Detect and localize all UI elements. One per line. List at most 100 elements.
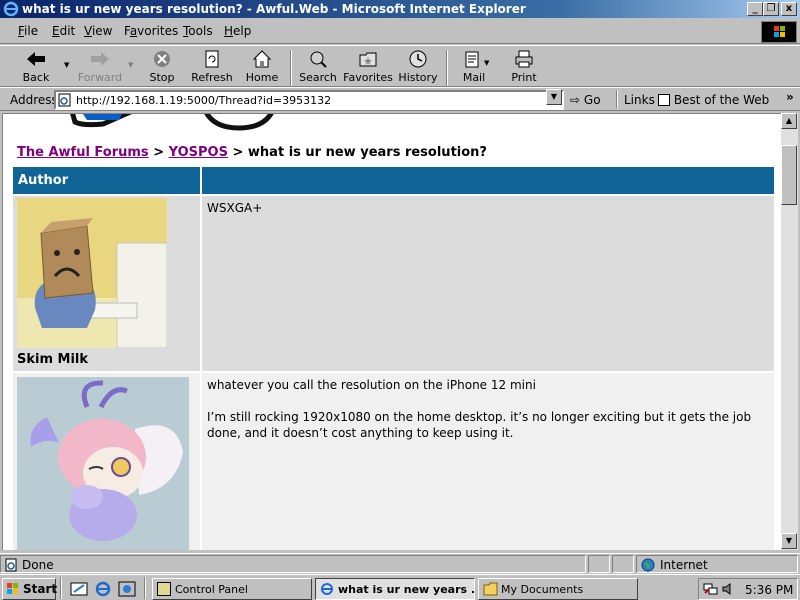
title-bar[interactable]: what is ur new years resolution? - Awful… <box>0 0 800 18</box>
taskbar-separator <box>60 577 62 599</box>
message-column-header <box>202 167 774 194</box>
thread-header: Author <box>13 167 774 194</box>
mail-button[interactable]: Mail <box>448 49 500 87</box>
post-text: WSXGA+ <box>207 201 263 215</box>
task-my-documents[interactable]: My Documents <box>478 578 638 600</box>
best-of-web-link[interactable]: Best of the Web <box>658 93 769 107</box>
print-button[interactable]: Print <box>498 49 550 87</box>
back-dropdown-icon[interactable]: ▼ <box>64 61 69 69</box>
back-arrow-icon <box>27 52 45 66</box>
toolbar: Back ▼ Forward ▼ Stop Refresh Home Searc… <box>0 45 800 87</box>
clock: 5:36 PM <box>745 583 794 597</box>
breadcrumb-subforum-link[interactable]: YOSPOS <box>169 145 228 160</box>
menu-help[interactable]: Help <box>224 24 251 38</box>
menu-file[interactable]: File <box>18 24 38 38</box>
more-links-chevron-icon[interactable]: » <box>786 90 794 104</box>
page-content: The Awful Forums > YOSPOS > what is ur n… <box>2 113 781 550</box>
avatar <box>17 377 189 550</box>
stop-button[interactable]: Stop <box>136 49 188 87</box>
post-text: whatever you call the resolution on the … <box>207 378 536 392</box>
search-button[interactable]: Search <box>292 49 344 87</box>
status-bar: Done Internet <box>0 553 800 573</box>
favorites-folder-icon <box>359 52 377 67</box>
go-arrow-icon: ⇨ <box>570 93 581 107</box>
vertical-scrollbar[interactable]: ▲ ▼ <box>781 113 798 550</box>
maximize-button[interactable]: ❐ <box>763 2 779 16</box>
scroll-down-icon[interactable]: ▼ <box>781 533 797 549</box>
menu-edit[interactable]: Edit <box>52 24 75 38</box>
author-column-header: Author <box>13 167 200 194</box>
windows-logo-icon <box>761 21 797 43</box>
search-icon <box>310 51 327 68</box>
history-button[interactable]: History <box>392 49 444 87</box>
post-body: WSXGA+ <box>202 196 774 371</box>
task-control-panel[interactable]: Control Panel <box>152 578 312 600</box>
page-icon <box>658 94 670 106</box>
channels-icon[interactable] <box>118 581 136 597</box>
scroll-thumb[interactable] <box>781 145 797 205</box>
status-cell <box>0 555 586 573</box>
folder-icon <box>483 582 498 596</box>
forward-button[interactable]: Forward <box>74 49 126 87</box>
start-button[interactable]: Start <box>2 578 57 600</box>
post-username[interactable]: Skim Milk <box>17 352 88 367</box>
status-cell <box>588 555 610 573</box>
internet-explorer-icon <box>3 1 19 17</box>
mail-dropdown-icon[interactable]: ▼ <box>484 59 489 67</box>
windows-logo-icon <box>7 583 18 594</box>
post-text: I’m still rocking 1920x1080 on the home … <box>207 410 752 440</box>
history-icon <box>409 50 427 68</box>
links-label[interactable]: Links <box>624 93 655 107</box>
forum-logo <box>70 114 274 131</box>
address-url: http://192.168.1.19:5000/Thread?id=39531… <box>76 94 332 107</box>
refresh-icon <box>205 50 219 68</box>
taskbar: Start Control Panel what is ur new years… <box>0 574 800 600</box>
window-title: what is ur new years resolution? - Awful… <box>22 2 526 16</box>
avatar <box>17 198 167 348</box>
show-desktop-icon[interactable] <box>70 581 88 597</box>
scroll-up-icon[interactable]: ▲ <box>781 113 797 129</box>
favorites-button[interactable]: Favorites <box>342 49 394 87</box>
taskbar-separator <box>144 577 146 599</box>
menu-view[interactable]: View <box>84 24 112 38</box>
menu-bar: File Edit View Favorites Tools Help <box>0 18 800 44</box>
home-icon <box>252 50 272 68</box>
forward-dropdown-icon[interactable]: ▼ <box>128 61 133 69</box>
page-icon <box>5 558 17 572</box>
breadcrumb: The Awful Forums > YOSPOS > what is ur n… <box>17 145 487 160</box>
stop-icon <box>154 51 170 67</box>
back-button[interactable]: Back <box>10 49 62 87</box>
security-zone: Internet <box>660 558 708 572</box>
menu-favorites[interactable]: Favorites <box>124 24 178 38</box>
system-tray: 5:36 PM <box>698 578 798 600</box>
menu-tools[interactable]: Tools <box>183 24 213 38</box>
status-cell <box>612 555 634 573</box>
internet-globe-icon <box>641 558 655 572</box>
post-author-cell <box>13 373 200 550</box>
home-button[interactable]: Home <box>236 49 288 87</box>
internet-explorer-icon[interactable] <box>94 581 112 597</box>
mail-icon <box>465 51 479 68</box>
minimize-button[interactable]: _ <box>747 2 763 16</box>
go-button[interactable]: ⇨ Go <box>570 93 601 107</box>
post-body: whatever you call the resolution on the … <box>202 373 774 550</box>
address-label: Address <box>10 93 58 107</box>
address-bar: Address http://192.168.1.19:5000/Thread?… <box>0 87 800 111</box>
forward-arrow-icon <box>91 52 109 66</box>
refresh-button[interactable]: Refresh <box>186 49 238 87</box>
toolbar-separator <box>616 90 618 108</box>
address-input[interactable]: http://192.168.1.19:5000/Thread?id=39531… <box>54 90 564 110</box>
thread-title: what is ur new years resolution? <box>247 145 487 160</box>
status-text: Done <box>22 558 54 572</box>
control-panel-icon <box>157 582 171 596</box>
internet-explorer-icon <box>321 583 333 595</box>
network-icon[interactable] <box>703 582 719 596</box>
printer-icon <box>515 50 533 68</box>
volume-icon[interactable] <box>721 582 735 596</box>
close-button[interactable]: x <box>781 2 797 16</box>
breadcrumb-forum-link[interactable]: The Awful Forums <box>17 145 149 160</box>
page-icon <box>58 93 71 107</box>
address-dropdown-button[interactable]: ▼ <box>546 89 562 105</box>
task-internet-explorer[interactable]: what is ur new years ... <box>315 578 475 600</box>
